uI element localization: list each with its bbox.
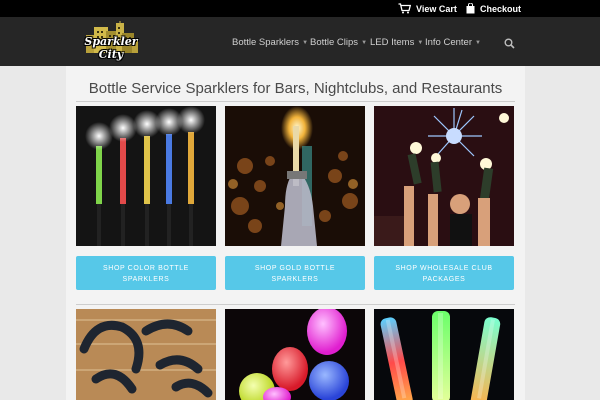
led-foam-sticks-image[interactable] bbox=[374, 309, 514, 400]
gold-bottle-sparklers-image[interactable] bbox=[225, 106, 365, 246]
nav-item-bottle-sparklers[interactable]: Bottle Sparklers ▼ bbox=[232, 37, 308, 48]
site-logo[interactable]: Sparkler City bbox=[76, 19, 146, 63]
search-icon[interactable] bbox=[504, 36, 515, 49]
wholesale-club-packages-image[interactable] bbox=[374, 106, 514, 246]
nav-item-label: Bottle Sparklers bbox=[232, 37, 300, 48]
top-utility-bar: View Cart Checkout bbox=[0, 0, 600, 17]
view-cart-label: View Cart bbox=[416, 3, 457, 14]
nav-item-label: Info Center bbox=[425, 37, 472, 48]
checkout-link[interactable]: Checkout bbox=[466, 2, 521, 15]
color-bottle-sparklers-image[interactable] bbox=[76, 106, 216, 246]
nav-item-led-items[interactable]: LED Items ▼ bbox=[370, 37, 423, 48]
button-label-line: PACKAGES bbox=[422, 276, 466, 283]
button-label-line: SHOP GOLD BOTTLE bbox=[254, 265, 336, 272]
led-balloons-image[interactable] bbox=[225, 309, 365, 400]
divider bbox=[76, 304, 515, 305]
main-content: Bottle Service Sparklers for Bars, Night… bbox=[66, 66, 525, 400]
chevron-down-icon: ▼ bbox=[361, 39, 368, 46]
nav-item-info-center[interactable]: Info Center ▼ bbox=[425, 37, 481, 48]
button-label-line: SPARKLERS bbox=[122, 276, 170, 283]
shop-color-bottle-sparklers-button[interactable]: SHOP COLOR BOTTLE SPARKLERS bbox=[76, 256, 216, 290]
bottle-clips-image[interactable] bbox=[76, 309, 216, 400]
chevron-down-icon: ▼ bbox=[475, 39, 481, 46]
nav-item-label: Bottle Clips bbox=[310, 37, 359, 48]
shop-wholesale-club-packages-button[interactable]: SHOP WHOLESALE CLUB PACKAGES bbox=[374, 256, 514, 290]
site-header: Sparkler City Bottle Sparklers ▼ Bottle … bbox=[0, 17, 600, 66]
button-label-line: SPARKLERS bbox=[271, 276, 319, 283]
nav-item-bottle-clips[interactable]: Bottle Clips ▼ bbox=[310, 37, 367, 48]
chevron-down-icon: ▼ bbox=[417, 39, 424, 46]
view-cart-link[interactable]: View Cart bbox=[398, 2, 457, 15]
button-label-line: SHOP WHOLESALE CLUB bbox=[395, 265, 493, 272]
cart-icon bbox=[398, 3, 411, 14]
chevron-down-icon: ▼ bbox=[302, 39, 309, 46]
divider bbox=[76, 101, 515, 102]
logo-wordmark: Sparkler City bbox=[84, 35, 138, 61]
nav-item-label: LED Items bbox=[370, 37, 415, 48]
checkout-label: Checkout bbox=[480, 3, 522, 14]
shopping-bag-icon bbox=[466, 3, 475, 14]
page-title: Bottle Service Sparklers for Bars, Night… bbox=[88, 80, 503, 97]
shop-gold-bottle-sparklers-button[interactable]: SHOP GOLD BOTTLE SPARKLERS bbox=[225, 256, 365, 290]
button-label-line: SHOP COLOR BOTTLE bbox=[103, 265, 189, 272]
